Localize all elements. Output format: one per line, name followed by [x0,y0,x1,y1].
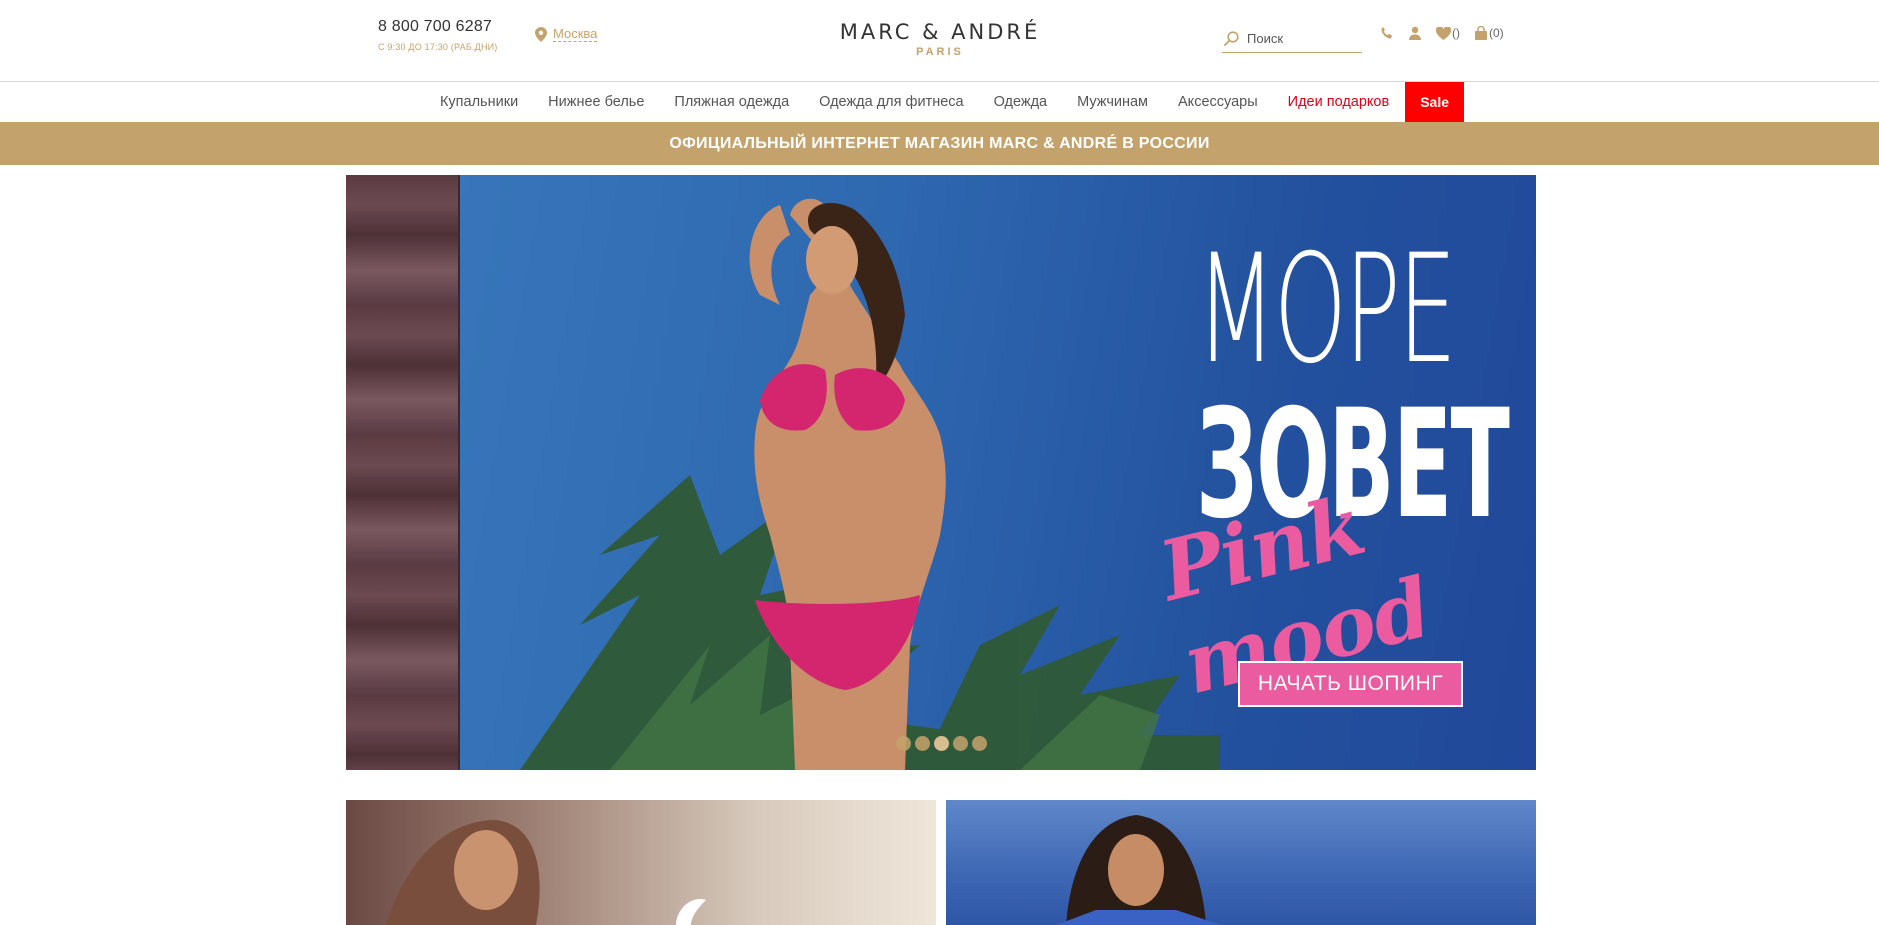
nav-item-beachwear[interactable]: Пляжная одежда [659,82,804,122]
search-box[interactable] [1222,24,1362,53]
promo-strip: ОФИЦИАЛЬНЫЙ ИНТЕРНЕТ МАГАЗИН MARC & ANDR… [0,122,1879,165]
user-icon [1409,26,1421,40]
nav-item-clothing[interactable]: Одежда [979,82,1063,122]
logo-main-text: MARC & ANDRÉ [839,20,1041,44]
start-shopping-button[interactable]: НАЧАТЬ ШОПИНГ [1238,661,1463,707]
slider-dots [896,736,987,751]
working-hours: С 9:30 ДО 17:30 (РАБ.ДНИ) [378,42,498,52]
slider-dot[interactable] [972,736,987,751]
nav-item-swimwear[interactable]: Купальники [425,82,533,122]
slider-dot[interactable] [915,736,930,751]
site-header: 8 800 700 6287 С 9:30 ДО 17:30 (РАБ.ДНИ)… [0,0,1879,82]
wishlist-button[interactable]: () [1436,26,1460,40]
promo-strip-text: ОФИЦИАЛЬНЫЙ ИНТЕРНЕТ МАГАЗИН MARC & ANDR… [669,134,1210,152]
tile-left-photo [386,820,706,925]
search-input[interactable] [1247,30,1357,46]
nav-item-sale[interactable]: Sale [1405,82,1465,122]
brand-logo[interactable]: MARC & ANDRÉ PARIS [820,20,1060,58]
city-selector[interactable]: Москва [535,27,598,42]
phone-icon [1381,27,1392,39]
city-name[interactable]: Москва [553,27,598,42]
contact-block: 8 800 700 6287 С 9:30 ДО 17:30 (РАБ.ДНИ) [378,18,498,52]
hero-title-line1: МОРЕ [1196,223,1457,397]
nav-item-men[interactable]: Мужчинам [1062,82,1163,122]
slider-dot-active[interactable] [934,736,949,751]
category-tile-left[interactable] [346,800,936,925]
nav-item-lingerie[interactable]: Нижнее белье [533,82,659,122]
slider-dot[interactable] [896,736,911,751]
wishlist-count: () [1452,26,1460,40]
previous-slide-peek[interactable] [346,175,460,770]
phone-button[interactable] [1380,26,1394,40]
main-nav: Купальники Нижнее белье Пляжная одежда О… [0,82,1879,122]
tile-right-photo [1056,815,1221,925]
nav-item-accessories[interactable]: Аксессуары [1163,82,1273,122]
cart-button[interactable]: (0) [1474,26,1504,40]
category-tile-right[interactable] [946,800,1536,925]
bag-icon [1475,26,1487,40]
header-actions: () (0) [1380,26,1504,40]
cart-count: (0) [1489,26,1504,40]
location-pin-icon [535,27,547,42]
account-button[interactable] [1408,26,1422,40]
phone-number[interactable]: 8 800 700 6287 [378,18,498,36]
search-icon[interactable] [1224,30,1239,46]
hero-banner[interactable]: МОРЕ ЗОВЕТ Pink mood НАЧАТЬ ШОПИНГ [346,175,1536,770]
nav-item-gift-ideas[interactable]: Идеи подарков [1273,82,1405,122]
slider-dot[interactable] [953,736,968,751]
heart-icon [1436,26,1451,40]
nav-item-fitness[interactable]: Одежда для фитнеса [804,82,978,122]
logo-sub-text: PARIS [916,46,964,58]
